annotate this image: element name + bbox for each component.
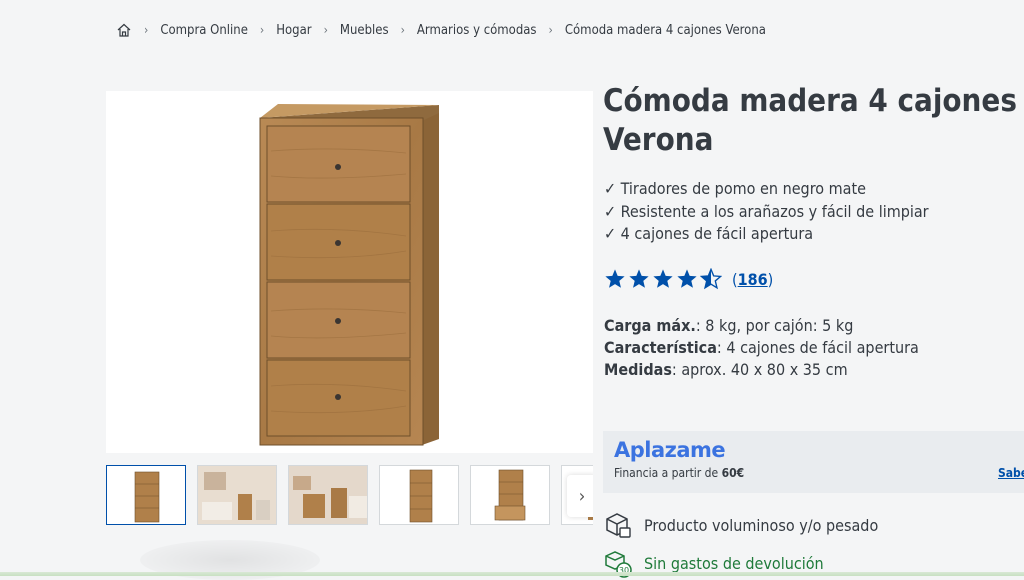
breadcrumb-item-armarios[interactable]: Armarios y cómodas [417,23,537,38]
chevron-right-icon: › [259,23,265,37]
spec-label: Medidas [604,360,672,379]
product-main-image[interactable] [106,91,593,453]
star-full-icon [653,269,673,288]
review-count-link[interactable]: 186 [738,270,768,289]
home-icon[interactable] [116,22,132,38]
spec-value: : 8 kg, por cajón: 5 kg [695,316,854,335]
spec-item: Característica: 4 cajones de fácil apert… [604,337,919,359]
aplazame-logo: Aplazame [614,438,726,462]
financing-amount: 60€ [721,466,745,480]
feature-item: ✓ Resistente a los arañazos y fácil de l… [604,201,929,221]
chevron-right-icon: › [400,23,405,37]
thumbnail-3[interactable] [288,465,368,525]
financing-prefix: Financia a partir de [614,466,722,480]
breadcrumb-item-muebles[interactable]: Muebles [340,23,389,38]
thumbnail-5[interactable] [470,465,550,525]
product-title: Cómoda madera 4 cajones Verona [603,83,1017,158]
spec-value: : aprox. 40 x 80 x 35 cm [671,360,848,379]
spec-item: Carga máx.: 8 kg, por cajón: 5 kg [604,315,919,337]
spec-label: Carga máx. [604,316,696,335]
star-full-icon [629,269,649,288]
chevron-right-icon: › [323,23,328,37]
feature-item: ✓ Tiradores de pomo en negro mate [604,179,866,198]
breadcrumb-item-compra-online[interactable]: Compra Online [160,23,248,38]
star-half-icon [700,268,722,290]
star-full-icon [605,269,625,288]
free-returns-label: Sin gastos de devolución [644,553,824,573]
product-rating[interactable]: (186) [604,268,773,290]
financing-box: Aplazame Financia a partir de 60€ Saber [603,431,1024,493]
review-count[interactable]: (186) [732,270,773,289]
chevron-right-icon: › [144,23,149,37]
gallery-next-button[interactable]: › [567,475,593,517]
bottom-bar [0,572,1024,576]
chevron-right-icon: › [548,23,553,37]
thumbnail-2[interactable] [197,465,277,525]
financing-more-link[interactable]: Saber [998,466,1024,480]
spec-item: Medidas: aprox. 40 x 80 x 35 cm [604,359,919,381]
bulky-product-label: Producto voluminoso y/o pesado [644,515,879,535]
chevron-right-icon: › [578,485,586,507]
feature-item: ✓ 4 cajones de fácil apertura [604,224,814,243]
package-weight-icon [606,513,631,538]
feature-list: ✓ Tiradores de pomo en negro mate ✓ Resi… [604,178,929,246]
breadcrumb-item-current: Cómoda madera 4 cajones Verona [564,22,766,38]
spec-label: Característica [604,338,717,357]
thumbnail-1[interactable] [106,465,186,525]
spec-list: Carga máx.: 8 kg, por cajón: 5 kg Caract… [604,315,919,381]
thumbnail-gallery: › [106,465,593,528]
financing-text: Financia a partir de 60€ [614,466,744,480]
spec-value: : 4 cajones de fácil apertura [716,338,919,357]
star-full-icon [677,269,697,288]
bulky-product-info: Producto voluminoso y/o pesado [603,510,878,540]
thumbnail-4[interactable] [379,465,459,525]
breadcrumb-item-hogar[interactable]: Hogar [276,23,311,38]
breadcrumb: › Compra Online › Hogar › Muebles › Arma… [116,22,766,38]
